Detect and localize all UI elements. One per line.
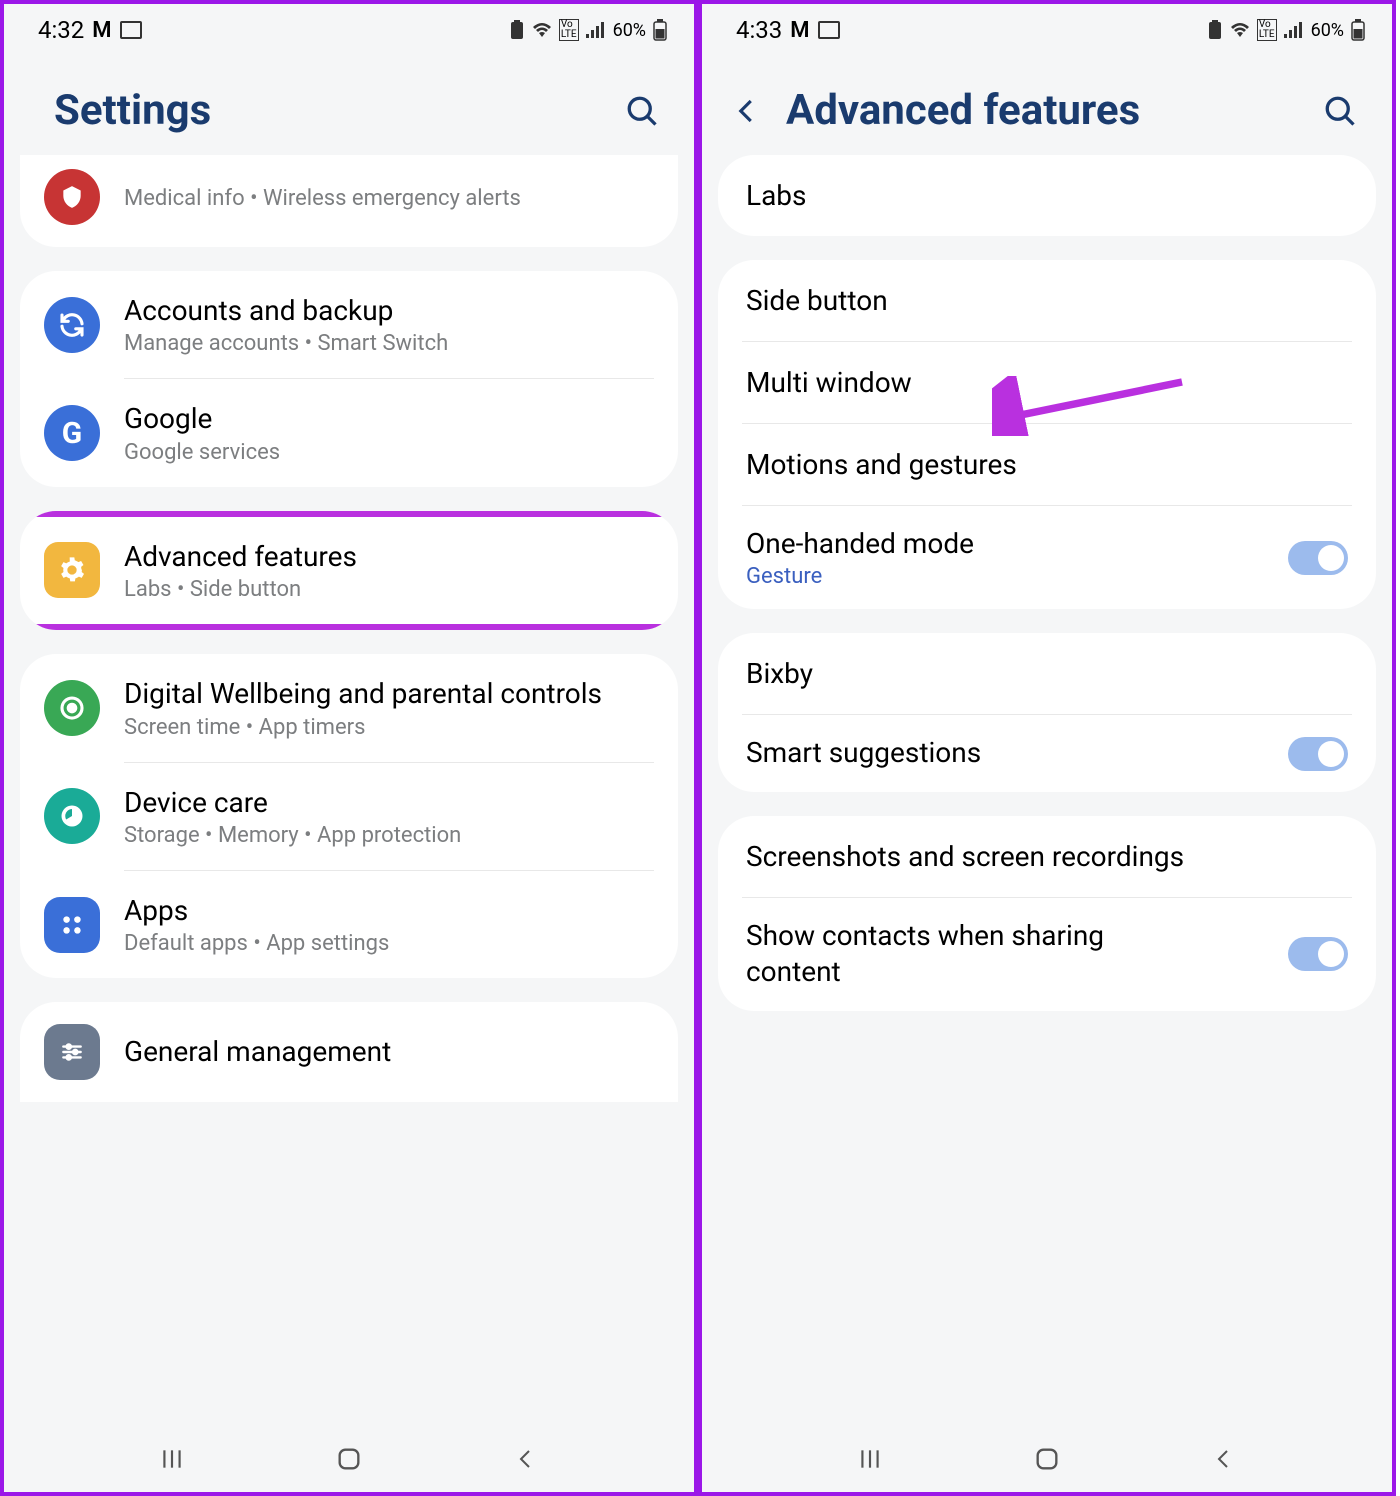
item-show-contacts[interactable]: Show contacts when sharing content (718, 898, 1376, 1011)
battery-percent: 60% (613, 20, 646, 41)
battery-icon (1350, 19, 1366, 41)
gear-icon (44, 542, 100, 598)
status-bar: 4:33 M VoLTE 60% (702, 4, 1392, 56)
advanced-subtitle: Labs • Side button (124, 577, 660, 602)
smart-suggestions-title: Smart suggestions (746, 735, 981, 771)
page-title: Advanced features (786, 86, 1298, 135)
nav-bar (4, 1426, 694, 1492)
settings-item-wellbeing[interactable]: Digital Wellbeing and parental controls … (20, 654, 678, 761)
wellbeing-subtitle: Screen time • App timers (124, 715, 654, 740)
show-contacts-title: Show contacts when sharing content (746, 918, 1186, 991)
page-title: Settings (54, 86, 211, 135)
advanced-title: Advanced features (124, 539, 660, 575)
devicecare-icon (44, 788, 100, 844)
search-icon[interactable] (1322, 93, 1358, 129)
sliders-icon (44, 1024, 100, 1080)
item-multi-window[interactable]: Multi window (718, 342, 1376, 423)
one-handed-title: One-handed mode (746, 526, 974, 562)
card-screenshots: Screenshots and screen recordings Show c… (718, 816, 1376, 1011)
status-time: 4:32 (38, 16, 84, 44)
nav-home[interactable] (329, 1439, 369, 1479)
gmail-icon: M (92, 18, 111, 43)
gmail-icon: M (790, 18, 809, 43)
wellbeing-icon (44, 680, 100, 736)
header: Advanced features (702, 56, 1392, 155)
safety-subtitle: Medical info • Wireless emergency alerts (124, 186, 654, 211)
item-screenshots[interactable]: Screenshots and screen recordings (718, 816, 1376, 897)
google-subtitle: Google services (124, 440, 654, 465)
phone-left: 4:32 M VoLTE 60% Settings Medical info •… (0, 0, 698, 1496)
toggle-smart-suggestions[interactable] (1288, 737, 1348, 771)
settings-item-accounts[interactable]: Accounts and backup Manage accounts • Sm… (20, 271, 678, 378)
google-title: Google (124, 401, 654, 437)
battery-saver-icon (509, 20, 525, 40)
battery-icon (652, 19, 668, 41)
content-scroll[interactable]: Labs Side button Multi window Motions an… (702, 155, 1392, 1426)
one-handed-sub: Gesture (746, 564, 974, 589)
highlight-advanced-features: Advanced features Labs • Side button (20, 511, 678, 630)
item-side-button[interactable]: Side button (718, 260, 1376, 341)
volte-icon: VoLTE (559, 19, 579, 41)
status-time: 4:33 (736, 16, 782, 44)
toggle-one-handed[interactable] (1288, 541, 1348, 575)
phone-right: 4:33 M VoLTE 60% Advanced features Labs … (698, 0, 1396, 1496)
nav-recents[interactable] (152, 1439, 192, 1479)
gallery-icon (120, 21, 142, 39)
status-bar: 4:32 M VoLTE 60% (4, 4, 694, 56)
search-icon[interactable] (624, 93, 660, 129)
card-device: Digital Wellbeing and parental controls … (20, 654, 678, 978)
nav-recents[interactable] (850, 1439, 890, 1479)
item-labs[interactable]: Labs (718, 155, 1376, 236)
card-advanced: Advanced features Labs • Side button (20, 511, 678, 630)
safety-icon (44, 169, 100, 225)
item-motions[interactable]: Motions and gestures (718, 424, 1376, 505)
signal-icon (1283, 21, 1305, 39)
sync-icon (44, 297, 100, 353)
signal-icon (585, 21, 607, 39)
devicecare-subtitle: Storage • Memory • App protection (124, 823, 654, 848)
status-right: VoLTE 60% (509, 19, 668, 41)
item-smart-suggestions[interactable]: Smart suggestions (718, 715, 1376, 791)
content-scroll[interactable]: Medical info • Wireless emergency alerts… (4, 155, 694, 1426)
card-general: General management (20, 1002, 678, 1102)
card-bixby: Bixby Smart suggestions (718, 633, 1376, 791)
nav-bar (702, 1426, 1392, 1492)
wellbeing-title: Digital Wellbeing and parental controls (124, 676, 654, 712)
card-safety: Medical info • Wireless emergency alerts (20, 155, 678, 247)
nav-home[interactable] (1027, 1439, 1067, 1479)
accounts-subtitle: Manage accounts • Smart Switch (124, 331, 654, 356)
settings-item-advanced[interactable]: Advanced features Labs • Side button (20, 517, 678, 624)
nav-back[interactable] (506, 1439, 546, 1479)
settings-item-general[interactable]: General management (20, 1002, 678, 1102)
gallery-icon (818, 21, 840, 39)
general-title: General management (124, 1034, 654, 1070)
apps-subtitle: Default apps • App settings (124, 931, 654, 956)
settings-item-devicecare[interactable]: Device care Storage • Memory • App prote… (20, 763, 678, 870)
volte-icon: VoLTE (1257, 19, 1277, 41)
nav-back[interactable] (1204, 1439, 1244, 1479)
settings-item-apps[interactable]: Apps Default apps • App settings (20, 871, 678, 978)
accounts-title: Accounts and backup (124, 293, 654, 329)
battery-saver-icon (1207, 20, 1223, 40)
settings-item-safety[interactable]: Medical info • Wireless emergency alerts (20, 155, 678, 247)
status-right: VoLTE 60% (1207, 19, 1366, 41)
toggle-show-contacts[interactable] (1288, 937, 1348, 971)
devicecare-title: Device care (124, 785, 654, 821)
card-labs: Labs (718, 155, 1376, 236)
header: Settings (4, 56, 694, 155)
apps-icon (44, 897, 100, 953)
back-icon[interactable] (732, 96, 762, 126)
item-one-handed[interactable]: One-handed mode Gesture (718, 506, 1376, 609)
settings-item-google[interactable]: G Google Google services (20, 379, 678, 486)
card-accounts: Accounts and backup Manage accounts • Sm… (20, 271, 678, 487)
wifi-icon (531, 21, 553, 39)
card-buttons: Side button Multi window Motions and ges… (718, 260, 1376, 609)
item-bixby[interactable]: Bixby (718, 633, 1376, 714)
google-icon: G (44, 405, 100, 461)
apps-title: Apps (124, 893, 654, 929)
wifi-icon (1229, 21, 1251, 39)
battery-percent: 60% (1311, 20, 1344, 41)
